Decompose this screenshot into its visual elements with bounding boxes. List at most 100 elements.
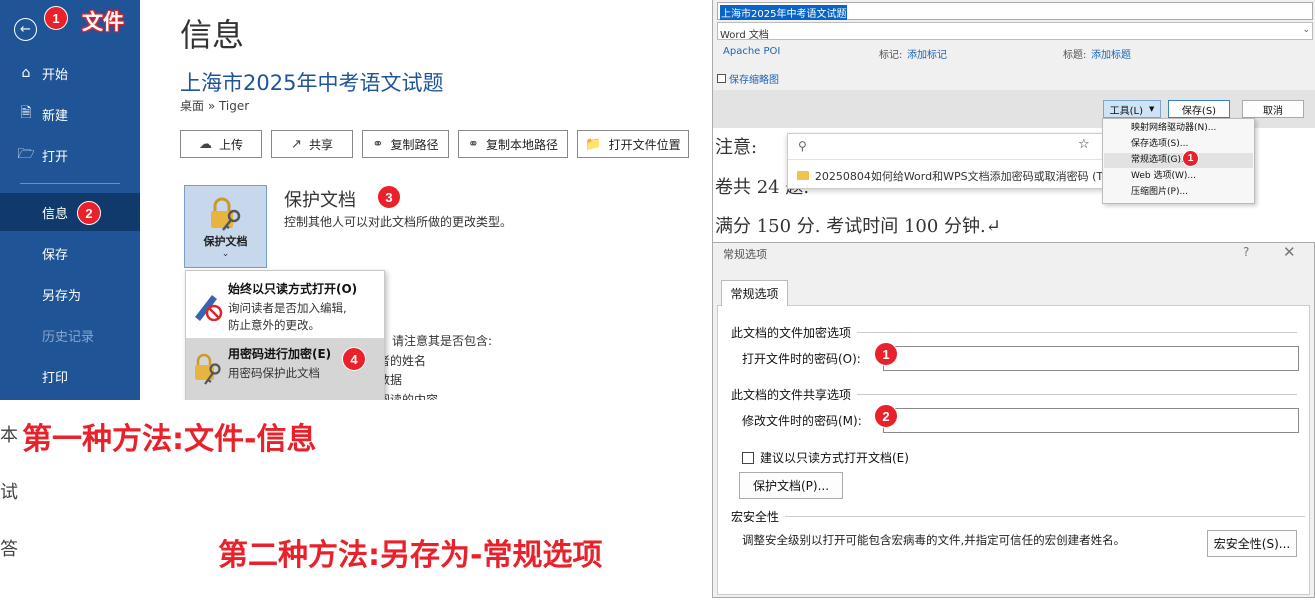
- link-icon: ⚭: [468, 136, 479, 152]
- chevron-down-icon: ⌄: [1302, 25, 1310, 35]
- suggestion-search-row[interactable]: ⚲ ☆: [788, 134, 1106, 160]
- file-type-value: Word 文档: [720, 30, 769, 41]
- filename-value: 上海市2025年中考语文试题: [720, 5, 848, 20]
- nav-history-label: 历史记录: [42, 329, 95, 345]
- step-badge-general-options: 1: [1182, 150, 1199, 167]
- menu-item-map-network-drive[interactable]: 映射网络驱动器(N)...: [1104, 121, 1253, 136]
- cancel-button[interactable]: 取消: [1242, 100, 1304, 118]
- nav-item-save[interactable]: 保存: [0, 234, 140, 272]
- menu-item-compress-pictures[interactable]: 压缩图片(P)...: [1104, 185, 1253, 200]
- save-thumbnail-checkbox[interactable]: 保存缩略图: [717, 71, 779, 86]
- copy-path-button[interactable]: ⚭ 复制路径: [362, 130, 449, 158]
- checkbox-box[interactable]: [742, 451, 754, 464]
- protect-document-button[interactable]: 保护文档 ⌄: [184, 185, 267, 268]
- macro-section-heading: 宏安全性: [731, 508, 1306, 525]
- copy-local-path-button[interactable]: ⚭ 复制本地路径: [458, 130, 568, 158]
- upload-button[interactable]: ☁ 上传: [180, 130, 262, 158]
- doc-line-1: 注意:: [715, 137, 758, 158]
- text-fragment: 本: [0, 425, 18, 446]
- document-title: 上海市2025年中考语文试题: [180, 71, 444, 95]
- nav-item-save-as[interactable]: 另存为: [0, 275, 140, 313]
- tools-menu: 映射网络驱动器(N)... 保存选项(S)... 常规选项(G)... Web …: [1102, 118, 1255, 204]
- macro-description: 调整安全级别以打开可能包含宏病毒的文件,并指定可信任的宏创建者姓名。: [742, 533, 1126, 547]
- word-backstage-screenshot: ← 1 文件 ⌂ 开始 🗎 新建 🗁 打开 信息 2 保存 另存为 历史记录 打…: [0, 0, 712, 400]
- method-two-caption: 第二种方法:另存为-常规选项: [218, 538, 603, 573]
- address-suggestion-popup: ⚲ ☆ 20250804如何给Word和WPS文档添加密码或取消密码 (Te: [787, 133, 1107, 189]
- encrypt-section-label: 此文档的文件加密选项: [731, 326, 852, 340]
- save-button[interactable]: 保存(S): [1168, 100, 1230, 118]
- menu-item-general-options[interactable]: 常规选项(G)...: [1104, 153, 1253, 168]
- checkbox-box[interactable]: [717, 74, 726, 83]
- inspect-document-text: 请注意其是否包含: 者的姓名 数据 阅读的内容: [378, 332, 493, 400]
- nav-print-label: 打印: [42, 370, 69, 386]
- open-file-location-button[interactable]: 📁 打开文件位置: [577, 130, 689, 158]
- caret-down-icon: ▼: [1148, 105, 1155, 113]
- nav-divider: [20, 183, 120, 184]
- page-title: 信息: [180, 16, 245, 54]
- star-icon[interactable]: ☆: [1078, 137, 1090, 152]
- lock-key-icon: [210, 197, 240, 231]
- readonly-desc-line: 询问读者是否加入编辑,: [228, 301, 347, 315]
- pen-no-edit-icon: [195, 295, 223, 321]
- open-location-label: 打开文件位置: [608, 137, 681, 152]
- author-value[interactable]: Apache POI: [723, 46, 780, 57]
- protect-tile-label: 保护文档: [203, 235, 248, 248]
- modify-password-input[interactable]: [883, 408, 1299, 433]
- encrypt-title: 用密码进行加密(E): [228, 347, 332, 361]
- nav-new-label: 新建: [42, 108, 69, 124]
- nav-item-history: 历史记录: [0, 316, 140, 354]
- encrypt-section-heading: 此文档的文件加密选项: [731, 324, 1298, 341]
- backstage-sidebar: ← 1 文件 ⌂ 开始 🗎 新建 🗁 打开 信息 2 保存 另存为 历史记录 打…: [0, 0, 140, 400]
- macro-security-button[interactable]: 宏安全性(S)...: [1207, 530, 1297, 557]
- nav-item-home[interactable]: ⌂ 开始: [0, 54, 140, 92]
- menu-item-always-readonly[interactable]: 始终以只读方式打开(O) 询问读者是否加入编辑, 防止意外的更改。: [186, 273, 384, 337]
- menu-item-save-options[interactable]: 保存选项(S)...: [1104, 137, 1253, 152]
- document-path: 桌面 » Tiger: [180, 99, 250, 113]
- home-icon: ⌂: [21, 65, 31, 81]
- protect-heading: 保护文档: [284, 190, 356, 211]
- share-icon: ↗: [291, 136, 302, 152]
- nav-item-open[interactable]: 🗁 打开: [0, 136, 140, 174]
- tab-general-options[interactable]: 常规选项: [721, 280, 788, 306]
- open-password-label: 打开文件时的密码(O):: [742, 352, 861, 366]
- dialog-title: 常规选项: [723, 248, 767, 261]
- step-badge-modify-password: 2: [874, 404, 898, 428]
- cloud-upload-icon: ☁: [198, 136, 212, 152]
- help-icon[interactable]: ?: [1243, 245, 1249, 259]
- section-divider: [785, 516, 1306, 517]
- copy-path-label: 复制路径: [390, 137, 439, 152]
- doc-line-3: 满分 150 分. 考试时间 100 分钟.↵: [715, 216, 1001, 237]
- protect-description: 控制其他人可以对此文档所做的更改类型。: [284, 215, 513, 229]
- section-divider: [857, 394, 1298, 395]
- back-arrow-icon[interactable]: ←: [14, 18, 37, 41]
- text-fragment: 试: [0, 482, 18, 503]
- section-divider: [857, 332, 1298, 333]
- nav-item-print[interactable]: 打印: [0, 357, 140, 395]
- suggestion-item[interactable]: 20250804如何给Word和WPS文档添加密码或取消密码 (Te: [788, 161, 1106, 188]
- readonly-recommended-checkbox[interactable]: 建议以只读方式打开文档(E): [742, 449, 909, 466]
- menu-item-web-options[interactable]: Web 选项(W)...: [1104, 169, 1253, 184]
- add-tags-link[interactable]: 添加标记: [907, 46, 947, 61]
- nav-item-info[interactable]: 信息: [0, 193, 140, 231]
- chevron-down-icon: ⌄: [221, 249, 230, 259]
- share-section-label: 此文档的文件共享选项: [731, 388, 852, 402]
- open-password-input[interactable]: [883, 346, 1299, 371]
- file-type-select[interactable]: Word 文档 ⌄: [717, 22, 1313, 41]
- close-icon[interactable]: ✕: [1283, 243, 1296, 261]
- share-button[interactable]: ↗ 共享: [271, 130, 353, 158]
- protect-document-dialog-button[interactable]: 保护文档(P)...: [739, 472, 843, 499]
- link-icon: ⚭: [372, 136, 384, 152]
- tools-dropdown-button[interactable]: 工具(L) ▼: [1103, 100, 1161, 118]
- tags-label: 标记:: [879, 50, 903, 61]
- add-title-link[interactable]: 添加标题: [1091, 46, 1131, 61]
- step-badge-4: 4: [342, 347, 366, 371]
- file-menu-label: 文件: [82, 10, 124, 34]
- method-one-caption: 第一种方法:文件-信息: [22, 422, 317, 457]
- modify-password-label: 修改文件时的密码(M):: [742, 414, 862, 428]
- filename-input[interactable]: 上海市2025年中考语文试题: [717, 2, 1313, 20]
- inspect-line: 请注意其是否包含:: [392, 334, 493, 348]
- nav-open-label: 打开: [42, 149, 69, 165]
- nav-item-new[interactable]: 🗎 新建: [0, 95, 140, 133]
- new-document-icon: 🗎: [20, 105, 32, 121]
- step-badge-2: 2: [77, 201, 101, 225]
